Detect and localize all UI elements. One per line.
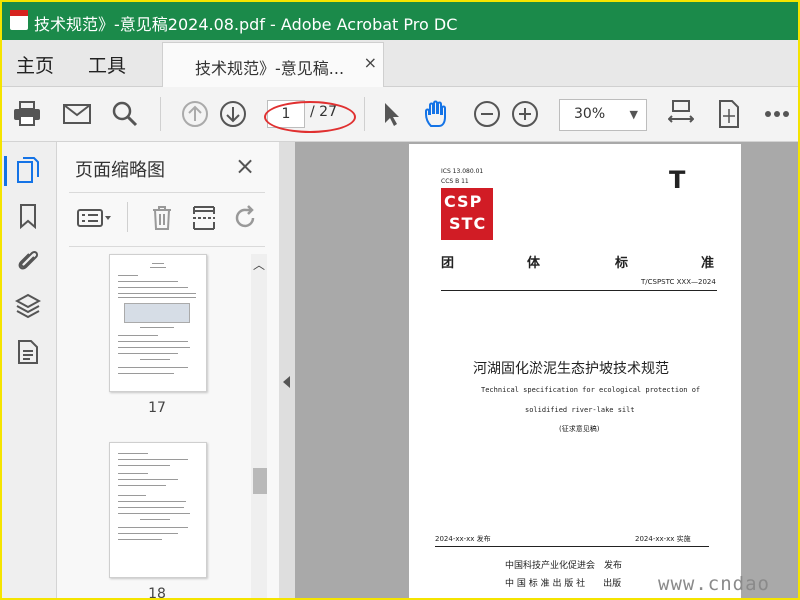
close-panel-icon[interactable]: × <box>235 152 255 180</box>
document-view[interactable]: ICS 13.080.01 CCS B 11 T CSP STC 团 体 标 准… <box>295 142 798 598</box>
document-properties-icon[interactable] <box>14 338 42 366</box>
select-cursor-icon[interactable] <box>376 99 406 129</box>
fit-page-icon[interactable] <box>714 99 744 129</box>
standard-type-char: 准 <box>701 256 715 271</box>
acrobat-pdf-icon <box>10 10 28 30</box>
publish-date: 2024-xx-xx 发布 <box>435 535 491 543</box>
watermark-text: www.cndao <box>658 573 770 595</box>
panel-collapse-handle[interactable] <box>279 142 295 598</box>
implement-date: 2024-xx-xx 实施 <box>635 535 691 543</box>
thumbnail-options-icon[interactable] <box>75 204 115 232</box>
zoom-select[interactable]: 30% ▼ <box>559 99 647 131</box>
scrollbar-thumb[interactable] <box>253 468 267 494</box>
panel-scrollbar[interactable]: ︿ <box>251 254 267 598</box>
app-frame: 技术规范》-意见稿2024.08.pdf - Adobe Acrobat Pro… <box>0 0 800 600</box>
search-icon[interactable] <box>110 99 140 129</box>
email-icon[interactable] <box>62 99 92 129</box>
window-title: 技术规范》-意见稿2024.08.pdf - Adobe Acrobat Pro… <box>34 15 458 34</box>
fit-width-icon[interactable] <box>666 99 696 129</box>
bookmark-icon[interactable] <box>14 202 42 230</box>
print-icon[interactable] <box>12 99 42 129</box>
thumbnail-number: 18 <box>148 586 166 600</box>
title-bar: 技术规范》-意见稿2024.08.pdf - Adobe Acrobat Pro… <box>2 2 798 40</box>
document-title-en-line1: Technical specification for ecological p… <box>481 386 701 394</box>
zoom-value: 30% <box>574 106 606 122</box>
attachment-icon[interactable] <box>14 246 42 274</box>
standard-type-char: 团 <box>441 256 455 271</box>
tab-tools[interactable]: 工具 <box>88 51 126 78</box>
page-thumbnail-17[interactable] <box>109 254 207 392</box>
tab-document-label: 技术规范》-意见稿... <box>195 59 345 78</box>
scroll-up-icon[interactable]: ︿ <box>253 256 265 273</box>
tab-home[interactable]: 主页 <box>16 51 54 78</box>
standard-type-char: 体 <box>527 256 541 271</box>
close-tab-icon[interactable]: × <box>364 53 377 72</box>
issuer-line-1: 中国科技产业化促进会 发布 <box>505 561 623 571</box>
panel-title: 页面缩略图 <box>75 160 165 181</box>
pdf-page: ICS 13.080.01 CCS B 11 T CSP STC 团 体 标 准… <box>409 144 741 598</box>
thumbnail-number: 17 <box>148 400 166 416</box>
cspstc-logo: CSP STC <box>441 188 493 240</box>
zoom-out-icon[interactable] <box>472 99 502 129</box>
ccs-code: CCS B 11 <box>441 178 469 185</box>
tab-bar: 主页 工具 技术规范》-意见稿... × <box>2 40 798 87</box>
rotate-page-icon[interactable] <box>231 204 261 232</box>
previous-page-icon[interactable] <box>180 99 210 129</box>
tab-document[interactable]: 技术规范》-意见稿... × <box>162 42 384 87</box>
standard-code: T/CSPSTC XXX—2024 <box>641 278 716 286</box>
delete-page-icon[interactable] <box>147 204 177 232</box>
issuer-line-2: 中 国 标 准 出 版 社 出版 <box>505 579 622 589</box>
left-nav-strip <box>2 142 57 598</box>
next-page-icon[interactable] <box>218 99 248 129</box>
thumbnail-panel: 页面缩略图 × ︿ 17 18 <box>57 142 279 598</box>
annotation-ellipse <box>264 101 356 133</box>
hand-tool-icon[interactable] <box>422 99 452 129</box>
document-title-en-line2: solidified river-lake silt <box>525 406 635 414</box>
chevron-down-icon: ▼ <box>629 108 638 121</box>
ics-code: ICS 13.080.01 <box>441 168 484 175</box>
standard-letter: T <box>669 166 686 194</box>
more-options-icon[interactable] <box>762 99 792 129</box>
toolbar: 1 / 27 30% ▼ <box>2 87 798 142</box>
collapse-arrow-icon <box>283 376 290 388</box>
insert-page-icon[interactable] <box>189 204 219 232</box>
page-thumbnail-18[interactable] <box>109 442 207 578</box>
zoom-in-icon[interactable] <box>510 99 540 129</box>
standard-type-char: 标 <box>615 256 629 271</box>
draft-label: (征求意见稿) <box>559 425 600 433</box>
page-thumbnails-icon[interactable] <box>14 156 42 184</box>
document-title-cn: 河湖固化淤泥生态护坡技术规范 <box>473 361 669 377</box>
layers-icon[interactable] <box>14 292 42 320</box>
